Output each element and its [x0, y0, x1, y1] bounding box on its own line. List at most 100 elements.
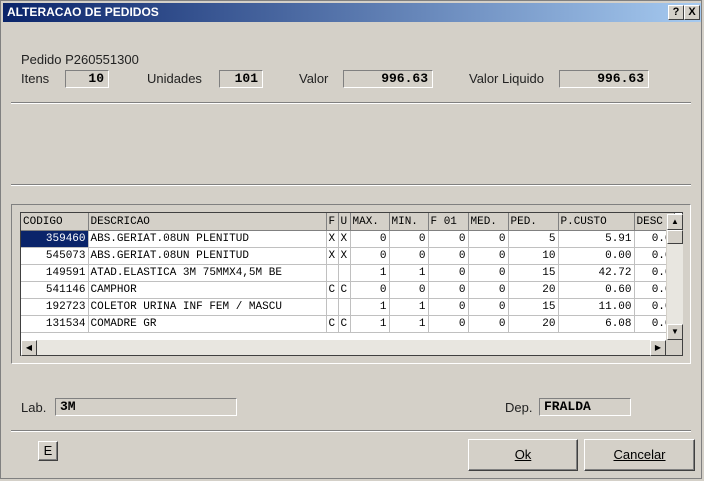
table-cell[interactable]: 131534 [21, 315, 89, 333]
table-row[interactable]: 192723 COLETOR URINA INF FEM / MASCU 1 1 0 0 1… [21, 298, 675, 316]
table-cell[interactable]: X [326, 230, 339, 248]
table-cell[interactable]: 0 [350, 281, 390, 299]
table-cell[interactable] [338, 298, 351, 316]
table-cell[interactable]: 0 [468, 230, 509, 248]
scroll-up-icon[interactable]: ▲ [667, 214, 683, 230]
title-bar: ALTERACAO DE PEDIDOS ? X [3, 3, 701, 22]
table-cell[interactable]: CAMPHOR [88, 281, 327, 299]
column-header[interactable]: U [338, 213, 351, 231]
table-cell[interactable]: ATAD.ELASTICA 3M 75MMX4,5M BE [88, 264, 327, 282]
valor-liquido-field: 996.63 [559, 70, 649, 88]
e-button[interactable]: E [38, 441, 58, 461]
table-cell[interactable]: 0 [389, 281, 429, 299]
table-cell[interactable]: 0 [428, 230, 469, 248]
table-cell[interactable]: 20 [508, 315, 559, 333]
table-cell[interactable]: 0 [428, 247, 469, 265]
table-cell[interactable]: C [338, 281, 351, 299]
table-cell[interactable]: 192723 [21, 298, 89, 316]
items-grid[interactable]: CODIGO DESCRICAO F U MAX. MIN. F 01 MED. PED. P.C… [20, 212, 683, 356]
table-cell[interactable]: 10 [508, 247, 559, 265]
cancel-button[interactable]: Cancelar [584, 439, 695, 471]
dep-field[interactable]: FRALDA [539, 398, 631, 416]
table-cell[interactable]: C [326, 315, 339, 333]
table-cell[interactable]: 11.00 [558, 298, 635, 316]
column-header[interactable]: P.CUSTO [558, 213, 635, 231]
table-cell[interactable]: 0 [389, 247, 429, 265]
scroll-thumb[interactable] [667, 230, 683, 244]
table-cell[interactable]: 1 [389, 264, 429, 282]
table-cell[interactable]: ABS.GERIAT.08UN PLENITUD [88, 247, 327, 265]
table-cell[interactable] [326, 264, 339, 282]
close-button[interactable]: X [684, 5, 700, 20]
table-cell[interactable]: X [326, 247, 339, 265]
table-cell[interactable]: 1 [350, 298, 390, 316]
table-cell[interactable]: 0.00 [558, 247, 635, 265]
table-cell[interactable]: 20 [508, 281, 559, 299]
pedido-label: Pedido P260551300 [21, 52, 139, 67]
table-cell[interactable]: 0 [468, 264, 509, 282]
table-cell[interactable]: 0 [428, 315, 469, 333]
table-cell[interactable]: 359460 [21, 230, 89, 248]
items-table: CODIGO DESCRICAO F U MAX. MIN. F 01 MED. PED. P.C… [21, 213, 675, 333]
table-cell[interactable]: COMADRE GR [88, 315, 327, 333]
table-cell[interactable]: 0 [468, 298, 509, 316]
column-header[interactable]: MIN. [389, 213, 429, 231]
table-cell[interactable]: ABS.GERIAT.08UN PLENITUD [88, 230, 327, 248]
table-cell[interactable]: C [338, 315, 351, 333]
table-cell[interactable]: COLETOR URINA INF FEM / MASCU [88, 298, 327, 316]
table-cell[interactable]: 5.91 [558, 230, 635, 248]
table-cell[interactable]: 6.08 [558, 315, 635, 333]
lab-field[interactable]: 3M [55, 398, 237, 416]
table-cell[interactable]: 149591 [21, 264, 89, 282]
table-cell[interactable]: 545073 [21, 247, 89, 265]
table-cell[interactable]: 1 [389, 315, 429, 333]
cancel-button-label: Cancelar [613, 447, 666, 462]
unidades-field: 101 [219, 70, 263, 88]
table-cell[interactable]: 0 [428, 298, 469, 316]
scroll-left-icon[interactable]: ◀ [21, 340, 37, 356]
table-cell[interactable]: 0 [428, 281, 469, 299]
itens-label: Itens [21, 71, 50, 86]
table-cell[interactable]: 0 [468, 281, 509, 299]
column-header[interactable]: DESCRICAO [88, 213, 327, 231]
table-row[interactable]: 359460 ABS.GERIAT.08UN PLENITUD X X 0 0 0 0 5 5.9… [21, 230, 675, 248]
table-cell[interactable]: 0 [428, 264, 469, 282]
table-cell[interactable]: 0 [389, 230, 429, 248]
scroll-right-icon[interactable]: ▶ [650, 340, 666, 356]
table-cell[interactable]: 0 [350, 247, 390, 265]
table-cell[interactable]: 5 [508, 230, 559, 248]
table-cell[interactable]: X [338, 230, 351, 248]
column-header[interactable]: MED. [468, 213, 509, 231]
column-header[interactable]: CODIGO [21, 213, 89, 231]
table-cell[interactable]: 1 [350, 315, 390, 333]
column-header[interactable]: MAX. [350, 213, 390, 231]
table-cell[interactable]: 541146 [21, 281, 89, 299]
dep-label: Dep. [505, 400, 533, 415]
table-cell[interactable]: 1 [350, 264, 390, 282]
table-row[interactable]: 149591 ATAD.ELASTICA 3M 75MMX4,5M BE 1 1 0 0 1… [21, 264, 675, 282]
horizontal-scrollbar[interactable]: ◀ ▶ [21, 340, 666, 356]
help-button[interactable]: ? [668, 5, 684, 20]
ok-button[interactable]: Ok [468, 439, 578, 471]
column-header[interactable]: PED. [508, 213, 559, 231]
table-cell[interactable]: 15 [508, 298, 559, 316]
table-cell[interactable]: 0 [350, 230, 390, 248]
table-cell[interactable]: C [326, 281, 339, 299]
table-cell[interactable]: 42.72 [558, 264, 635, 282]
column-header[interactable]: F 01 [428, 213, 469, 231]
vertical-scrollbar[interactable]: ▲ ▼ [666, 214, 683, 340]
table-row[interactable]: 541146 CAMPHOR C C 0 0 0 0 20 0.60 0.0 [21, 281, 675, 299]
column-header[interactable]: F [326, 213, 339, 231]
table-cell[interactable] [338, 264, 351, 282]
table-cell[interactable]: 15 [508, 264, 559, 282]
table-cell[interactable]: 1 [389, 298, 429, 316]
table-cell[interactable]: 0 [468, 247, 509, 265]
table-cell[interactable]: 0.60 [558, 281, 635, 299]
table-cell[interactable]: 0 [468, 315, 509, 333]
table-row[interactable]: 545073 ABS.GERIAT.08UN PLENITUD X X 0 0 0 0 10 0.… [21, 247, 675, 265]
separator-top [11, 102, 691, 104]
table-cell[interactable]: X [338, 247, 351, 265]
table-cell[interactable] [326, 298, 339, 316]
scroll-down-icon[interactable]: ▼ [667, 324, 683, 340]
table-row[interactable]: 131534 COMADRE GR C C 1 1 0 0 20 6.08 0.0 [21, 315, 675, 333]
